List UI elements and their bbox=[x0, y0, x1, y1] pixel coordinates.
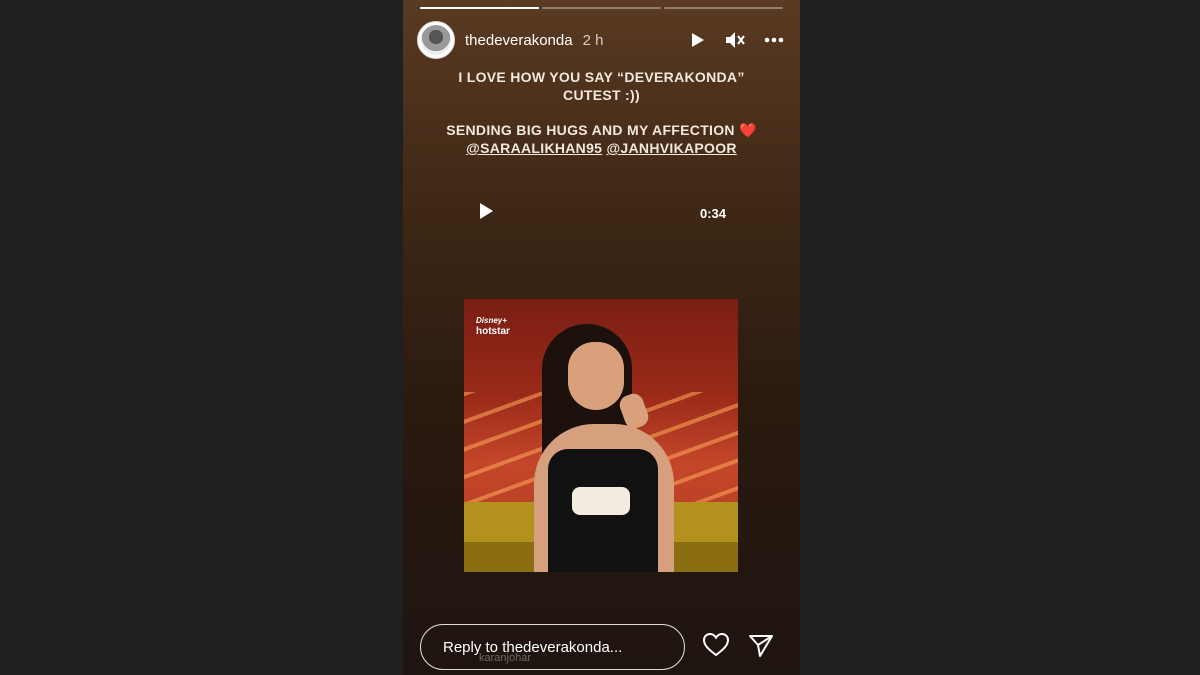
progress-segment bbox=[664, 7, 783, 9]
video-controls: 0:34 bbox=[477, 202, 726, 225]
avatar[interactable] bbox=[417, 21, 455, 59]
watermark: karanjohar bbox=[479, 652, 531, 664]
reply-input[interactable]: Reply to thedeverakonda... karanjohar bbox=[420, 624, 685, 670]
mute-icon[interactable] bbox=[724, 30, 746, 50]
heart-icon[interactable] bbox=[702, 632, 730, 663]
caption-mentions: @SARAALIKHAN95 @JANHVIKAPOOR bbox=[403, 139, 800, 157]
caption-line: CUTEST :)) bbox=[563, 87, 640, 103]
post-time: 2 h bbox=[582, 31, 604, 49]
progress-segment bbox=[420, 7, 539, 9]
reply-placeholder: Reply to thedeverakonda... bbox=[443, 638, 623, 656]
story-footer: Reply to thedeverakonda... karanjohar bbox=[420, 623, 783, 671]
hotstar-logo: Disney+ hotstar bbox=[476, 316, 510, 337]
mention-link[interactable]: @JANHVIKAPOOR bbox=[606, 140, 736, 156]
more-icon[interactable] bbox=[764, 37, 784, 43]
username[interactable]: thedeverakonda bbox=[465, 32, 573, 49]
play-icon[interactable] bbox=[688, 31, 706, 49]
video-duration: 0:34 bbox=[699, 205, 726, 221]
caption-line: I LOVE HOW YOU SAY “DEVERAKONDA” bbox=[458, 69, 745, 85]
caption-line: SENDING BIG HUGS AND MY AFFECTION ❤️ bbox=[446, 122, 757, 138]
story-viewer[interactable]: thedeverakonda 2 h I LOVE HOW YOU SAY “D… bbox=[403, 0, 800, 675]
video-frame[interactable]: Disney+ hotstar bbox=[464, 299, 738, 572]
video-play-icon[interactable] bbox=[477, 202, 495, 225]
story-progress-bar bbox=[420, 7, 783, 9]
story-header: thedeverakonda 2 h bbox=[417, 20, 784, 60]
send-icon[interactable] bbox=[748, 632, 774, 663]
progress-segment bbox=[542, 7, 661, 9]
mention-link[interactable]: @SARAALIKHAN95 bbox=[466, 140, 602, 156]
